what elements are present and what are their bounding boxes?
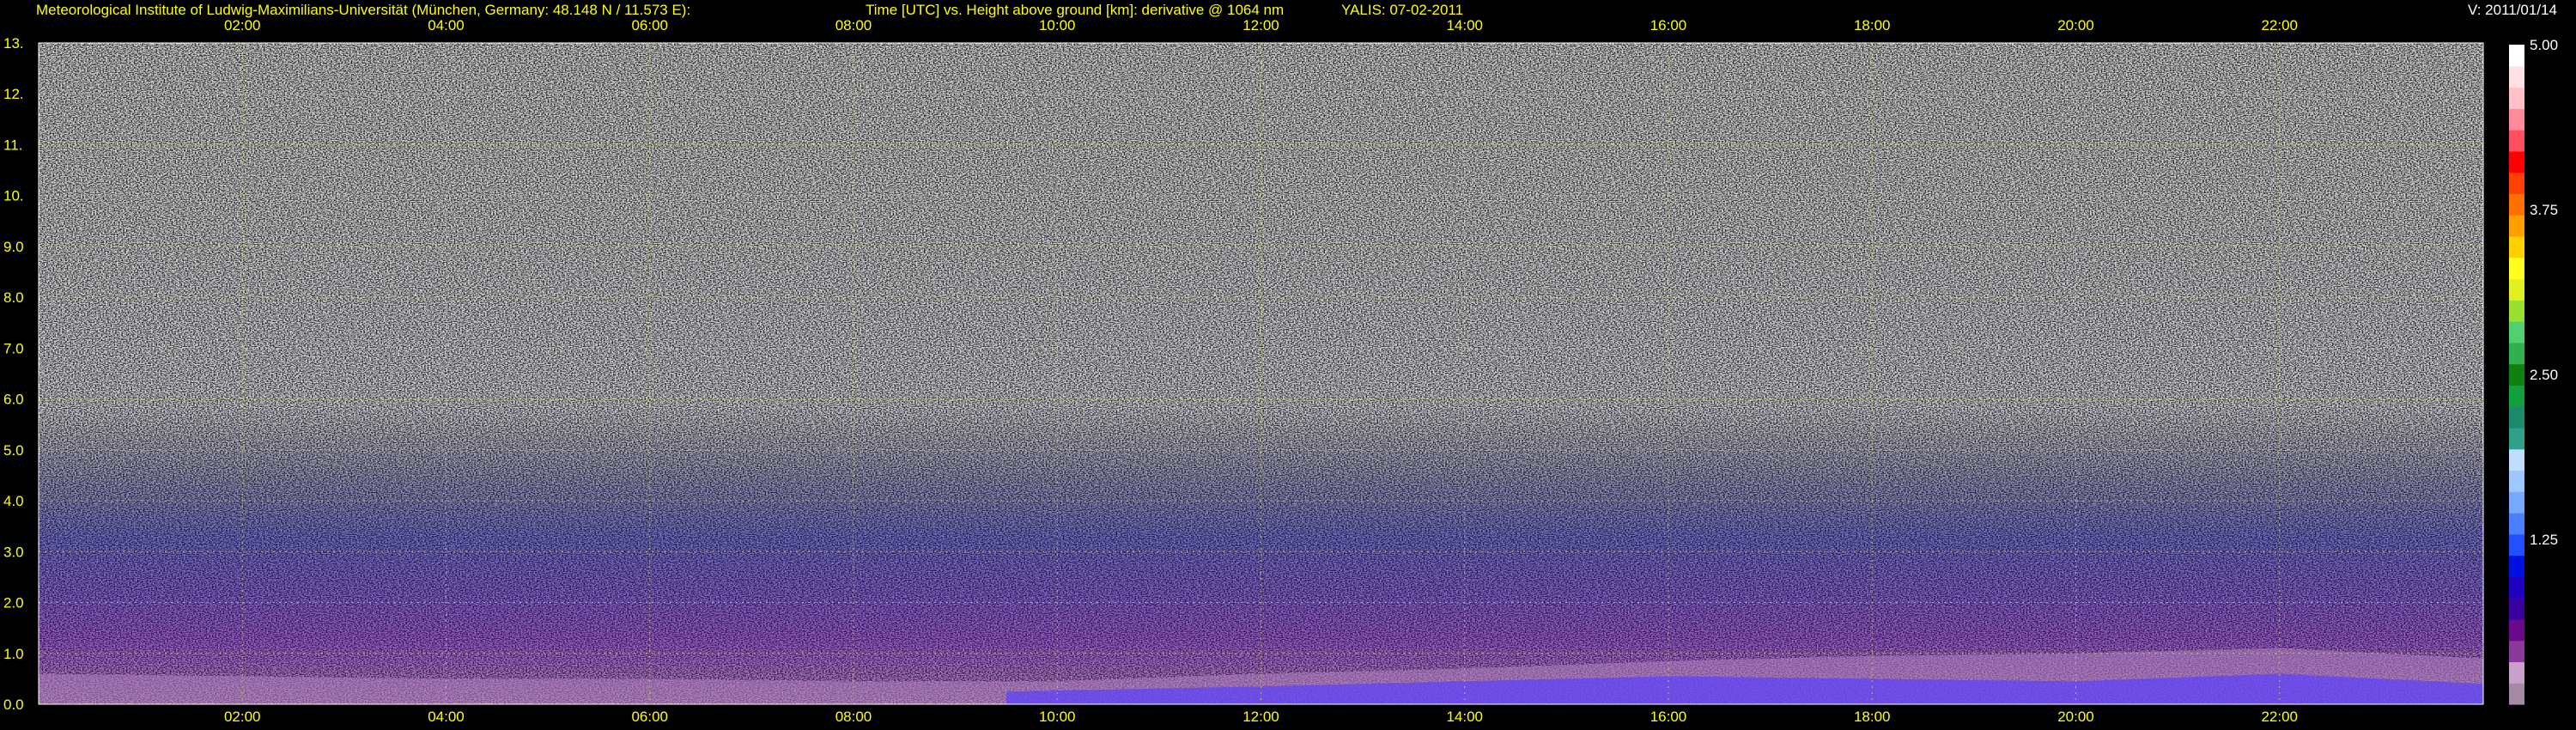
colorbar-swatch-11 [2509,448,2524,471]
colorbar-swatch-8 [2509,513,2524,535]
x-tick-top-3: 08:00 [835,17,872,33]
colorbar-swatch-10 [2509,470,2524,492]
x-tick-top-1: 04:00 [428,17,465,33]
colorbar-swatch-1 [2509,661,2524,684]
x-tick-bottom-8: 18:00 [1854,709,1891,725]
y-tick-7: 7.0 [3,340,24,356]
colorbar-swatch-23 [2509,193,2524,216]
colorbar-swatch-6 [2509,555,2524,577]
x-tick-top-5: 12:00 [1242,17,1279,33]
y-tick-0: 0.0 [3,697,24,713]
y-tick-5: 5.0 [3,442,24,459]
x-tick-top-6: 14:00 [1446,17,1483,33]
x-tick-bottom-0: 02:00 [224,709,261,725]
colorbar-swatch-15 [2509,363,2524,386]
x-tick-top-0: 02:00 [224,17,261,33]
y-tick-9: 9.0 [3,239,24,255]
x-tick-top-4: 10:00 [1039,17,1076,33]
x-tick-bottom-1: 04:00 [428,709,465,725]
colorbar-swatch-17 [2509,321,2524,344]
colorbar-tick-2: 3.75 [2530,202,2558,218]
x-tick-bottom-6: 14:00 [1446,709,1483,725]
colorbar-swatch-26 [2509,130,2524,152]
x-tick-bottom-7: 16:00 [1650,709,1687,725]
colorbar-swatch-12 [2509,427,2524,450]
colorbar-swatch-5 [2509,576,2524,599]
y-tick-2: 2.0 [3,595,24,611]
x-tick-bottom-4: 10:00 [1039,709,1076,725]
x-axis-bottom: 02:00 04:00 06:00 08:00 10:00 12:00 14:00 16:00… [224,709,2298,725]
y-tick-3: 3.0 [3,544,24,560]
colorbar-swatch-21 [2509,235,2524,259]
lidar-heatmap-chart: 02:00 04:00 06:00 08:00 10:00 12:00 14:00 16:00… [3,17,2558,725]
colorbar-swatch-22 [2509,215,2524,237]
colorbar-swatch-0 [2509,683,2524,705]
colorbar-swatch-18 [2509,300,2524,322]
x-tick-bottom-2: 06:00 [631,709,668,725]
y-tick-6: 6.0 [3,392,24,408]
colorbar: 1.25 2.50 3.75 5.00 [2509,37,2558,705]
colorbar-swatch-25 [2509,150,2524,173]
x-tick-top-2: 06:00 [631,17,668,33]
y-tick-12: 12. [3,86,24,102]
y-tick-10: 10. [3,188,24,204]
y-tick-8: 8.0 [3,289,24,306]
colorbar-swatch-2 [2509,640,2524,663]
y-axis: 0.0 1.0 2.0 3.0 4.0 5.0 6.0 7.0 8.0 9.0 10. 11. 12. 1… [3,35,24,713]
colorbar-swatch-14 [2509,385,2524,407]
colorbar-swatch-19 [2509,278,2524,301]
colorbar-swatch-30 [2509,45,2524,67]
y-tick-1: 1.0 [3,646,24,662]
colorbar-swatch-9 [2509,491,2524,514]
x-tick-bottom-9: 20:00 [2057,709,2094,725]
colorbar-swatch-7 [2509,533,2524,557]
colorbar-swatch-4 [2509,598,2524,620]
x-tick-bottom-5: 12:00 [1242,709,1279,725]
colorbar-tick-0: 1.25 [2530,532,2558,548]
x-tick-top-8: 18:00 [1854,17,1891,33]
colorbar-tick-3: 5.00 [2530,37,2558,53]
colorbar-tick-1: 2.50 [2530,367,2558,383]
y-tick-11: 11. [3,137,22,153]
colorbar-swatch-28 [2509,87,2524,109]
x-tick-top-9: 20:00 [2057,17,2094,33]
y-tick-4: 4.0 [3,493,24,509]
colorbar-swatch-29 [2509,65,2524,88]
colorbar-swatch-24 [2509,172,2524,195]
x-tick-top-7: 16:00 [1650,17,1687,33]
x-tick-bottom-10: 22:00 [2261,709,2298,725]
colorbar-swatch-13 [2509,406,2524,429]
x-tick-bottom-3: 08:00 [835,709,872,725]
colorbar-swatch-27 [2509,108,2524,131]
y-tick-13: 13. [3,35,24,52]
x-axis-top: 02:00 04:00 06:00 08:00 10:00 12:00 14:00 16:00… [224,17,2298,33]
colorbar-swatch-3 [2509,618,2524,642]
x-tick-top-10: 22:00 [2261,17,2298,33]
colorbar-swatch-16 [2509,342,2524,365]
colorbar-swatch-20 [2509,257,2524,280]
